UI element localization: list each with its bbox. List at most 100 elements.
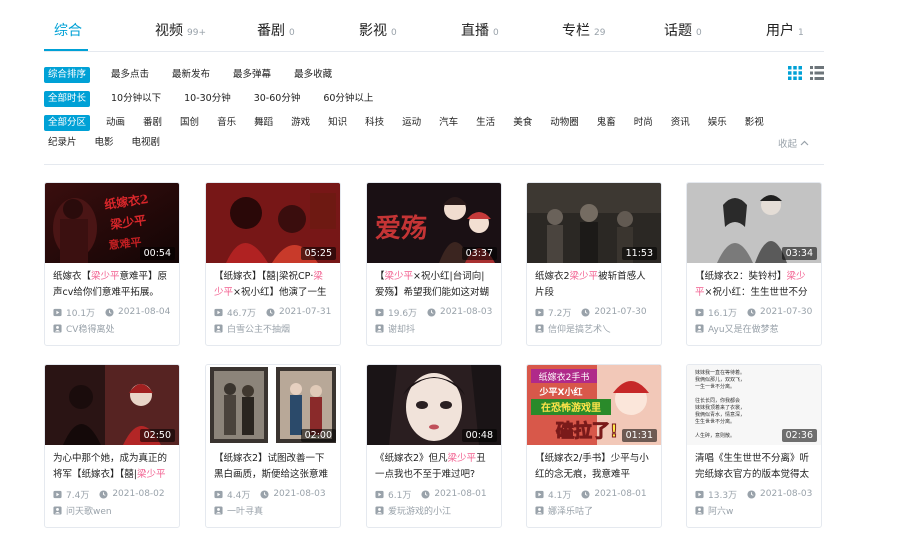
uploader-icon — [53, 506, 62, 515]
video-thumbnail[interactable]: 11:53 — [527, 183, 661, 263]
video-thumbnail[interactable]: 妹妹我一直在等待着。 我俩似那儿，双双飞， 一生一世不分离。 往长长同，你我都会… — [687, 365, 821, 445]
category-option[interactable]: 时尚 — [630, 115, 657, 131]
uploader-link[interactable]: 谢却抖 — [367, 317, 501, 335]
view-count: 4.4万 — [227, 490, 251, 501]
video-duration: 01:31 — [621, 429, 657, 442]
video-card[interactable]: 05:25 【纸嫁衣】【囍|梁祝CP·梁少平×祝小红】他演了一生 46.7万 2… — [205, 182, 341, 346]
video-card[interactable]: 纸嫁衣2手书 少平X小红 在恐怖游戏里 磕拉了! 01:31 【纸嫁衣2/手书】… — [526, 364, 662, 528]
category-option[interactable]: 汽车 — [435, 115, 462, 131]
category-option[interactable]: 纪录片 — [44, 135, 81, 151]
category-option[interactable]: 动物圈 — [546, 115, 583, 131]
video-duration: 00:48 — [461, 429, 497, 442]
video-thumbnail[interactable]: 纸嫁衣2 梁少平 意难平 00:54 — [45, 183, 179, 263]
uploader-icon — [375, 324, 384, 333]
video-card[interactable]: 03:34 【纸嫁衣2：奘铃村】梁少平×祝小红：生生世世不分 16.1万 202… — [686, 182, 822, 346]
uploader-link[interactable]: 娜泽乐咕了 — [527, 499, 661, 517]
category-option[interactable]: 科技 — [361, 115, 388, 131]
video-title[interactable]: 【纸嫁衣2】试图改善一下黑白画质，斯便给这张意难 — [206, 445, 340, 485]
category-option[interactable]: 鬼畜 — [593, 115, 620, 131]
tab-article[interactable]: 专栏 29 — [562, 20, 605, 42]
video-title[interactable]: 纸嫁衣2梁少平被斩首感人片段 — [527, 263, 661, 303]
category-option[interactable]: 电视剧 — [128, 135, 165, 151]
duration-option[interactable]: 10-30分钟 — [180, 91, 235, 107]
video-title[interactable]: 为心中那个她，成为真正的将军【纸嫁衣】【囍|梁少平 — [45, 445, 179, 485]
video-title[interactable]: 【纸嫁衣2：奘铃村】梁少平×祝小红：生生世世不分 — [687, 263, 821, 303]
video-thumbnail[interactable]: 纸嫁衣2手书 少平X小红 在恐怖游戏里 磕拉了! 01:31 — [527, 365, 661, 445]
category-option[interactable]: 娱乐 — [704, 115, 731, 131]
uploader-link[interactable]: CV稳得离处 — [45, 317, 179, 335]
duration-option[interactable]: 30-60分钟 — [250, 91, 305, 107]
uploader-link[interactable]: Ayu又是在做梦惹 — [687, 317, 821, 335]
tab-user[interactable]: 用户 1 — [766, 20, 804, 42]
duration-option[interactable]: 全部时长 — [44, 91, 91, 107]
uploader-link[interactable]: 一叶寻真 — [206, 499, 340, 517]
uploader-link[interactable]: 白雪公主不抽烟 — [206, 317, 340, 335]
uploader-link[interactable]: 问天歌wen — [45, 499, 179, 517]
video-card[interactable]: 爱殇 03:37 【梁少平×祝小红|台词向|爱殇】希望我们能如这对蝴 19.6万… — [366, 182, 502, 346]
category-option[interactable]: 运动 — [398, 115, 425, 131]
video-meta: 46.7万 2021-07-31 — [206, 303, 340, 319]
sort-option[interactable]: 最多收藏 — [290, 67, 336, 83]
category-option[interactable]: 全部分区 — [44, 115, 91, 131]
video-thumbnail[interactable]: 00:48 — [367, 365, 501, 445]
video-title[interactable]: 【纸嫁衣】【囍|梁祝CP·梁少平×祝小红】他演了一生 — [206, 263, 340, 303]
video-title[interactable]: 纸嫁衣【梁少平意难平】原声cv给你们意难平拓展。 — [45, 263, 179, 303]
uploader-link[interactable]: 信仰是搞艺术乀 — [527, 317, 661, 335]
tab-count: 0 — [391, 28, 397, 38]
play-count-icon — [695, 490, 704, 499]
video-card[interactable]: 00:48 《纸嫁衣2》但凡梁少平丑一点我也不至于难过吧? 6.1万 2021-… — [366, 364, 502, 528]
tab-bangumi[interactable]: 番剧 0 — [257, 20, 295, 42]
category-option[interactable]: 舞蹈 — [250, 115, 277, 131]
category-option[interactable]: 生活 — [472, 115, 499, 131]
uploader-icon — [695, 506, 704, 515]
video-thumbnail[interactable]: 02:50 — [45, 365, 179, 445]
tab-film[interactable]: 影视 0 — [359, 20, 397, 42]
tab-video[interactable]: 视频 99+ — [155, 20, 206, 42]
video-thumbnail[interactable]: 05:25 — [206, 183, 340, 263]
video-thumbnail[interactable]: 爱殇 03:37 — [367, 183, 501, 263]
video-card[interactable]: 02:00 【纸嫁衣2】试图改善一下黑白画质，斯便给这张意难 4.4万 2021… — [205, 364, 341, 528]
video-title[interactable]: 【纸嫁衣2/手书】少平与小红的念无痕，我意难平 — [527, 445, 661, 485]
category-option[interactable]: 电影 — [91, 135, 118, 151]
category-option[interactable]: 音乐 — [213, 115, 240, 131]
category-option[interactable]: 美食 — [509, 115, 536, 131]
sort-option[interactable]: 最多弹幕 — [229, 67, 275, 83]
sort-option[interactable]: 最多点击 — [107, 67, 153, 83]
video-card[interactable]: 02:50 为心中那个她，成为真正的将军【纸嫁衣】【囍|梁少平 7.4万 202… — [44, 364, 180, 528]
publish-date: 2021-08-03 — [440, 307, 493, 317]
play-count-icon — [535, 490, 544, 499]
video-thumbnail[interactable]: 02:00 — [206, 365, 340, 445]
uploader-link[interactable]: 阿六w — [687, 499, 821, 517]
list-view-icon[interactable] — [810, 66, 824, 80]
clock-icon — [266, 308, 275, 317]
sort-filter-row: 综合排序 最多点击 最新发布 最多弹幕 最多收藏 — [44, 66, 351, 84]
video-title[interactable]: 《纸嫁衣2》但凡梁少平丑一点我也不至于难过吧? — [367, 445, 501, 485]
view-count: 4.1万 — [548, 490, 572, 501]
category-option[interactable]: 游戏 — [287, 115, 314, 131]
video-card[interactable]: 妹妹我一直在等待着。 我俩似那儿，双双飞， 一生一世不分离。 往长长同，你我都会… — [686, 364, 822, 528]
collapse-filters-button[interactable]: 收起 — [778, 136, 809, 150]
sort-option[interactable]: 综合排序 — [44, 67, 91, 83]
category-option[interactable]: 影视 — [741, 115, 768, 131]
category-option[interactable]: 知识 — [324, 115, 351, 131]
video-title[interactable]: 【梁少平×祝小红|台词向|爱殇】希望我们能如这对蝴 — [367, 263, 501, 303]
video-card[interactable]: 纸嫁衣2 梁少平 意难平 00:54 纸嫁衣【梁少平意难平】原声cv给你们意难平… — [44, 182, 180, 346]
sort-option[interactable]: 最新发布 — [168, 67, 214, 83]
category-option[interactable]: 资讯 — [667, 115, 694, 131]
category-option[interactable]: 国创 — [176, 115, 203, 131]
category-option[interactable]: 动画 — [102, 115, 129, 131]
tab-all[interactable]: 综合 — [54, 20, 82, 42]
grid-view-icon[interactable] — [788, 66, 802, 80]
tab-live[interactable]: 直播 0 — [461, 20, 499, 42]
video-thumbnail[interactable]: 03:34 — [687, 183, 821, 263]
video-card[interactable]: 11:53 纸嫁衣2梁少平被斩首感人片段 7.2万 2021-07-30 信仰是… — [526, 182, 662, 346]
video-title[interactable]: 清唱《生生世世不分离》听完纸嫁衣官方的版本觉得太 — [687, 445, 821, 485]
category-option[interactable]: 番剧 — [139, 115, 166, 131]
filter-divider — [44, 164, 824, 165]
uploader-link[interactable]: 爱玩游戏的小江 — [367, 499, 501, 517]
clock-icon — [99, 490, 108, 499]
tab-topic[interactable]: 话题 0 — [664, 20, 702, 42]
duration-option[interactable]: 10分钟以下 — [107, 91, 165, 107]
duration-option[interactable]: 60分钟以上 — [319, 91, 377, 107]
uploader-name: 一叶寻真 — [227, 506, 264, 517]
